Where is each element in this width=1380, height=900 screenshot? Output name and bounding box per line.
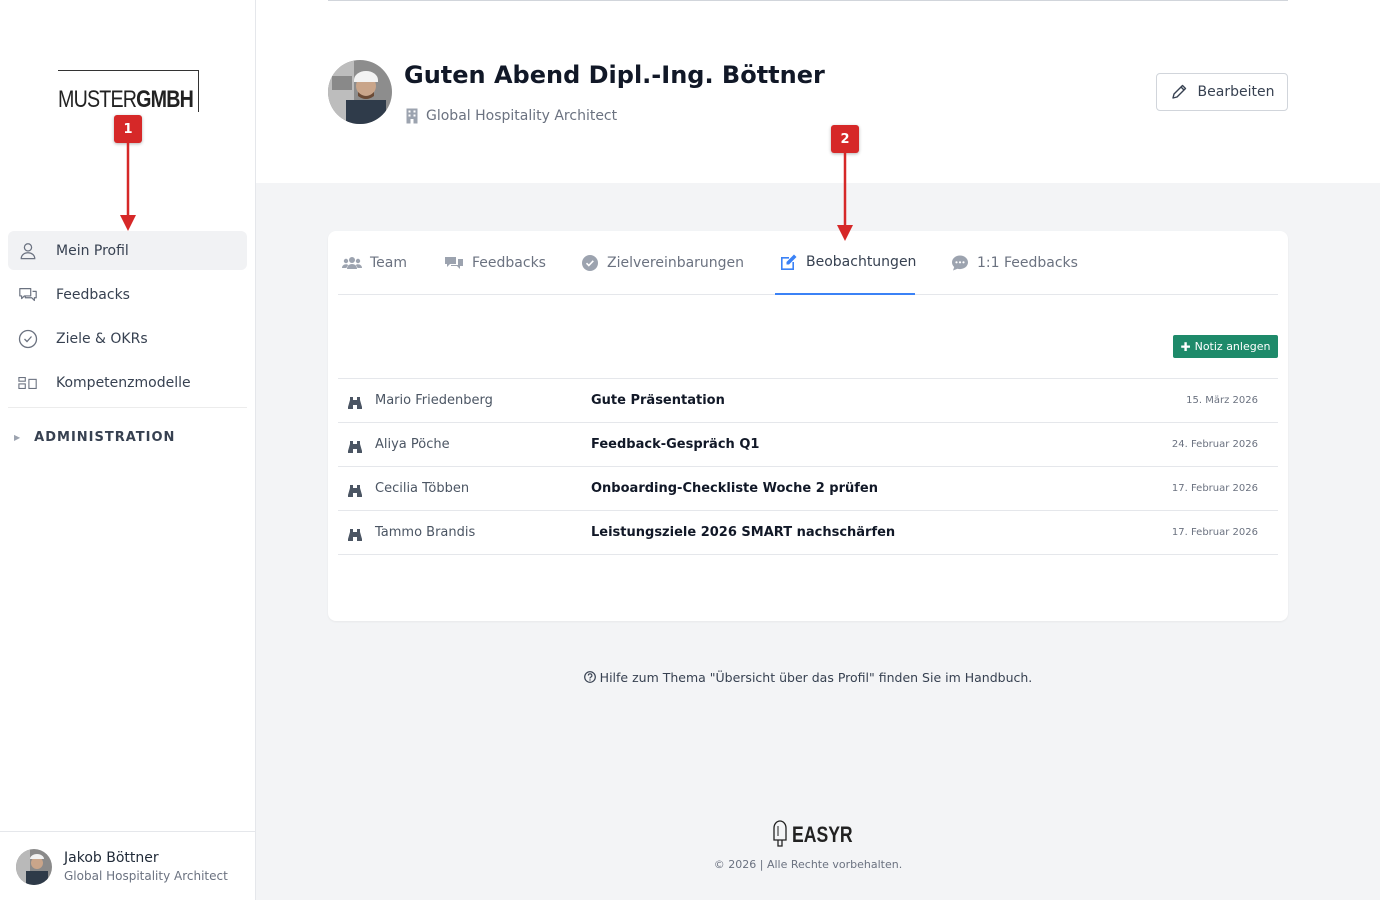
observation-author: Cecilia Többen [375,481,470,496]
comments-icon [444,255,464,271]
check-circle-icon [18,329,38,349]
building-icon [406,108,418,124]
profile-header: Guten Abend Dipl.-Ing. Böttner Global Ho… [256,0,1380,183]
binoculars-icon [348,482,362,501]
observation-date: 24. Februar 2026 [1171,439,1258,450]
tab-label: Beobachtungen [806,254,917,270]
role-text: Global Hospitality Architect [426,108,618,124]
tab-team[interactable]: Team [338,231,411,295]
tab-zielvereinbarungen[interactable]: Zielvereinbarungen [577,231,748,295]
profile-avatar [328,60,392,124]
user-icon [18,241,38,261]
profile-role: Global Hospitality Architect [406,108,617,124]
help-hint[interactable]: Hilfe zum Thema "Übersicht über das Prof… [256,670,1360,685]
sidebar-item-kompetenzmodelle[interactable]: Kompetenzmodelle [8,363,247,402]
sidebar-item-label: Kompetenzmodelle [56,374,191,391]
observation-title: Onboarding-Checkliste Woche 2 prüfen [591,481,878,496]
header-divider [328,0,1288,1]
add-note-button[interactable]: ✚ Notiz anlegen [1173,335,1278,358]
observation-author: Aliya Pöche [375,437,450,452]
sidebar-item-label: Feedbacks [56,286,130,303]
edit-button[interactable]: Bearbeiten [1156,73,1288,111]
observation-title: Gute Präsentation [591,393,725,408]
observation-date: 17. Februar 2026 [1171,483,1258,494]
help-text: Hilfe zum Thema "Übersicht über das Prof… [599,670,1033,685]
user-role: Global Hospitality Architect [64,869,228,883]
avatar [16,849,52,885]
footer-brand: EASYR [792,822,853,847]
caret-right-icon: ▶ [14,433,21,442]
table-row[interactable]: Mario Friedenberg Gute Präsentation 15. … [338,379,1278,423]
pencil-icon [1170,83,1188,101]
sidebar-item-feedbacks[interactable]: Feedbacks [8,275,247,314]
easyr-logo: EASYR [772,818,868,852]
sidebar-nav: Mein Profil Feedbacks Ziele & OKRs Kompe… [8,231,247,407]
administration-toggle[interactable]: ▶ ADMINISTRATION [14,430,175,445]
binoculars-icon [348,438,362,457]
tab-label: 1:1 Feedbacks [977,255,1078,271]
profile-card: Team Feedbacks Zielvereinbarungen Beobac… [328,231,1288,621]
nav-divider [8,407,247,408]
sidebar-item-ziele-okrs[interactable]: Ziele & OKRs [8,319,247,358]
logo-text: MUSTERGMBH [58,86,194,113]
tab-bar: Team Feedbacks Zielvereinbarungen Beobac… [338,231,1278,295]
edit-icon [779,253,798,272]
tab-1-1-feedbacks[interactable]: 1:1 Feedbacks [947,231,1082,295]
tab-feedbacks[interactable]: Feedbacks [440,231,550,295]
ice-pop-icon [772,818,788,852]
annotation-arrow-2 [837,153,853,241]
edit-button-label: Bearbeiten [1197,84,1275,100]
company-logo[interactable]: MUSTERGMBH [58,70,199,112]
tab-label: Zielvereinbarungen [607,255,745,271]
sidebar-item-mein-profil[interactable]: Mein Profil [8,231,247,270]
binoculars-icon [348,526,362,545]
question-circle-icon [583,670,600,685]
chat-bubbles-icon [18,285,38,305]
tab-label: Team [370,255,408,271]
current-user[interactable]: Jakob Böttner Global Hospitality Archite… [0,831,255,900]
table-row[interactable]: Cecilia Többen Onboarding-Checkliste Woc… [338,467,1278,511]
binoculars-icon [348,394,362,413]
observation-list: Mario Friedenberg Gute Präsentation 15. … [338,378,1278,555]
observation-author: Mario Friedenberg [375,393,493,408]
annotation-badge-2: 2 [831,125,859,153]
copyright: © 2026 | Alle Rechte vorbehalten. [713,858,903,871]
check-circle-icon [581,254,599,272]
administration-label: ADMINISTRATION [34,430,176,445]
users-icon [342,255,362,271]
observation-date: 17. Februar 2026 [1171,527,1258,538]
observation-date: 15. März 2026 [1186,395,1258,406]
observation-title: Leistungsziele 2026 SMART nachschärfen [591,525,896,540]
annotation-arrow-1 [120,143,136,231]
observation-author: Tammo Brandis [375,525,476,540]
table-row[interactable]: Aliya Pöche Feedback-Gespräch Q1 24. Feb… [338,423,1278,467]
comment-dots-icon [951,254,969,272]
tab-label: Feedbacks [472,255,546,271]
observation-title: Feedback-Gespräch Q1 [591,437,760,452]
user-name: Jakob Böttner [64,850,159,866]
add-note-label: Notiz anlegen [1194,340,1271,353]
page-title: Guten Abend Dipl.-Ing. Böttner [404,61,825,89]
sidebar-item-label: Ziele & OKRs [56,330,148,347]
annotation-badge-1: 1 [114,115,142,143]
blocks-icon [18,373,38,393]
plus-icon: ✚ [1180,339,1191,354]
sidebar-item-label: Mein Profil [56,242,129,259]
table-row[interactable]: Tammo Brandis Leistungsziele 2026 SMART … [338,511,1278,555]
